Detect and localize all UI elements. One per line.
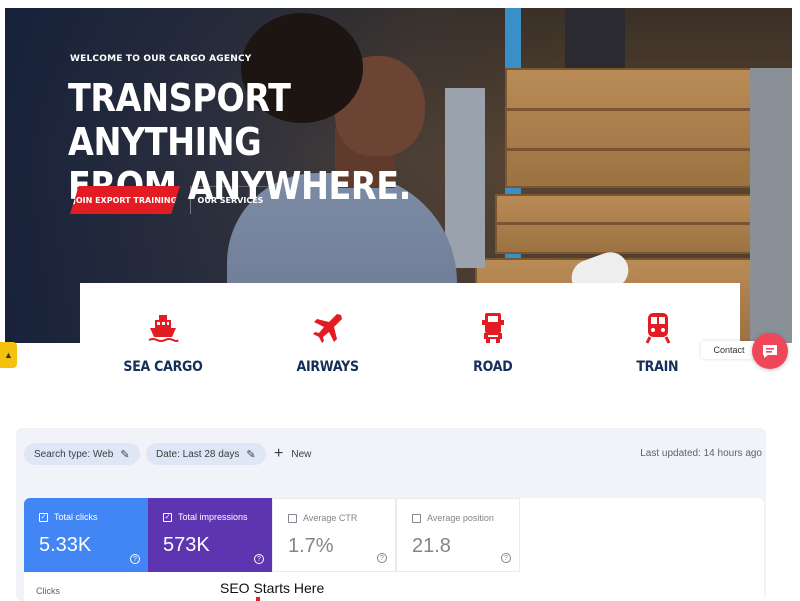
hero-eyebrow: WELCOME TO OUR CARGO AGENCY (70, 54, 252, 64)
wooden-crate (505, 68, 755, 188)
new-filter-button[interactable]: + New (274, 444, 311, 464)
chat-icon (763, 345, 777, 358)
service-sea-cargo[interactable]: SEA CARGO (80, 283, 245, 393)
checkbox-checked-icon[interactable]: ✓ (163, 512, 172, 522)
metric-value: 21.8 (412, 535, 451, 557)
video-caption: SEO Starts Here (218, 580, 327, 596)
metric-total-impressions[interactable]: ✓ Total impressions 573K ? (148, 498, 272, 572)
filter-search-type-chip[interactable]: Search type: Web ✎ (24, 443, 140, 465)
metric-average-ctr[interactable]: Average CTR 1.7% ? (272, 498, 396, 572)
filter-label: Search type: Web (34, 448, 114, 460)
help-icon[interactable]: ? (501, 553, 511, 563)
metric-total-clicks[interactable]: ✓ Total clicks 5.33K ? (24, 498, 148, 572)
last-updated-text: Last updated: 14 hours ago (640, 448, 762, 459)
join-export-training-button[interactable]: JOIN EXPORT TRAINING (70, 186, 180, 214)
ship-icon (148, 315, 179, 342)
our-services-button[interactable]: OUR SERVICES (190, 186, 270, 214)
metric-label: Average position (427, 513, 494, 523)
service-train[interactable]: TRAIN (575, 283, 740, 393)
services-card: SEA CARGO AIRWAYS ROAD TRAIN (80, 283, 740, 393)
metric-value: 5.33K (39, 534, 92, 556)
new-label: New (291, 448, 312, 460)
metric-value: 1.7% (288, 535, 334, 557)
service-road[interactable]: ROAD (410, 283, 575, 393)
pencil-icon: ✎ (246, 448, 256, 461)
airplane-icon (312, 314, 342, 343)
help-icon[interactable]: ? (377, 553, 387, 563)
pencil-icon: ✎ (120, 448, 130, 461)
service-label: TRAIN (636, 359, 679, 375)
metric-label: Total clicks (54, 512, 98, 522)
checkbox-unchecked-icon[interactable] (288, 513, 297, 523)
help-icon[interactable]: ? (130, 554, 140, 564)
search-console-panel: Search type: Web ✎ Date: Last 28 days ✎ … (16, 428, 766, 601)
contact-label: Contact (701, 341, 757, 359)
metric-label: Total impressions (178, 512, 248, 522)
metric-label: Average CTR (303, 513, 358, 523)
warehouse-shelf (565, 8, 625, 68)
service-airways[interactable]: AIRWAYS (245, 283, 410, 393)
help-icon[interactable]: ? (254, 554, 264, 564)
service-label: AIRWAYS (296, 359, 359, 375)
contact-button[interactable] (752, 333, 788, 369)
checkbox-unchecked-icon[interactable] (412, 513, 421, 523)
filter-label: Date: Last 28 days (156, 448, 240, 460)
cursor-marker (256, 597, 260, 601)
wooden-pallet (495, 194, 775, 254)
service-label: ROAD (472, 359, 513, 375)
filter-date-chip[interactable]: Date: Last 28 days ✎ (146, 443, 266, 465)
metric-average-position[interactable]: Average position 21.8 ? (396, 498, 520, 572)
service-label: SEA CARGO (122, 359, 203, 375)
side-tab-chevron-up-icon[interactable]: ▲ (0, 342, 17, 368)
truck-icon (481, 313, 504, 343)
metric-value: 573K (163, 534, 210, 556)
headline-line-1: TRANSPORT ANYTHING (68, 76, 291, 164)
chart-axis-label: Clicks (36, 586, 60, 596)
metrics-card: ✓ Total clicks 5.33K ? ✓ Total impressions… (24, 498, 764, 601)
metal-rack (750, 68, 792, 343)
train-icon (645, 313, 670, 344)
rack-frame (445, 88, 485, 268)
checkbox-checked-icon[interactable]: ✓ (39, 512, 48, 522)
plus-icon: + (274, 445, 284, 462)
